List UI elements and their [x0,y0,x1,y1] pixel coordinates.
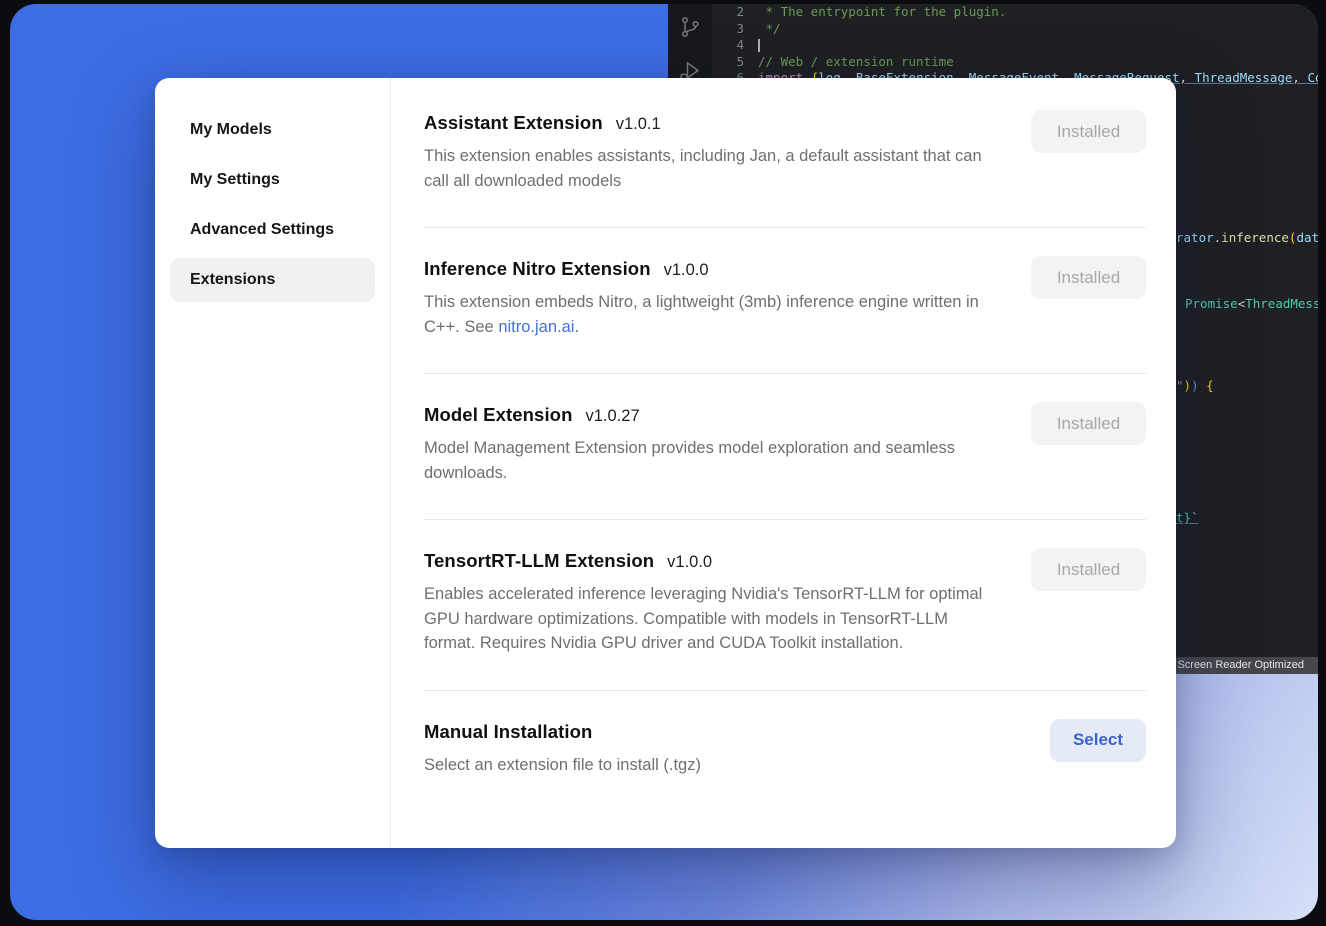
extension-title-row: TensortRT-LLM Extension v1.0.0 [424,550,1002,572]
code-fragment: ")) { [1176,378,1214,395]
extensions-list: Assistant Extension v1.0.1 This extension … [391,78,1176,848]
extension-row-inference-nitro-extension: Inference Nitro Extension v1.0.0 This exte… [424,228,1146,374]
extension-description-text: Enables accelerated inference leveraging… [424,585,982,652]
gradient-background: 2 * The entrypoint for the plugin.3 */45… [10,4,1318,920]
extension-title: Model Extension [424,404,573,426]
extension-description: Select an extension file to install (.tg… [424,753,701,778]
status-screen-reader-toggle[interactable]: Screen Reader Optimized [1167,657,1318,674]
code-fragment: Promise<ThreadMessage> [1185,296,1318,313]
sidebar-item-my-settings[interactable]: My Settings [170,158,375,202]
code-line-5: 5// Web / extension runtime [712,54,1318,71]
code-fragment: rator.inference(data)); [1176,230,1318,247]
code-text [758,37,760,54]
code-fragment: t}` [1176,510,1199,527]
line-number: 5 [712,54,758,71]
extension-description: This extension enables assistants, inclu… [424,144,1002,193]
extension-title: Manual Installation [424,721,592,743]
code-line-2: 2 * The entrypoint for the plugin. [712,4,1318,21]
sidebar-item-extensions[interactable]: Extensions [170,258,375,302]
installed-button-tensortrt-llm-extension[interactable]: Installed [1031,548,1146,591]
extension-info: Inference Nitro Extension v1.0.0 This exte… [424,258,1002,339]
extension-row-tensortrt-llm-extension: TensortRT-LLM Extension v1.0.0 Enables acc… [424,520,1146,691]
source-control-icon[interactable] [677,14,703,40]
code-line-4: 4 [712,37,1318,54]
extension-description-text: Model Management Extension provides mode… [424,439,955,482]
extension-row-manual-installation: Manual Installation Select an extension f… [424,691,1146,806]
sidebar-item-label: Advanced Settings [190,221,334,239]
installed-button-inference-nitro-extension[interactable]: Installed [1031,256,1146,299]
extension-title-row: Model Extension v1.0.27 [424,404,1002,426]
extension-version: v1.0.27 [586,407,640,426]
extension-version: v1.0.1 [616,115,661,134]
extension-title: Inference Nitro Extension [424,258,651,280]
screenshot-canvas: 2 * The entrypoint for the plugin.3 */45… [0,0,1326,926]
text-cursor [758,39,760,52]
extension-description-text: Select an extension file to install (.tg… [424,756,701,774]
nitro-jan-ai-link[interactable]: nitro.jan.ai. [498,318,579,336]
settings-sidebar: My Models My Settings Advanced Settings Ext… [155,78,391,848]
extension-title: TensortRT-LLM Extension [424,550,654,572]
extension-row-assistant-extension: Assistant Extension v1.0.1 This extension … [424,112,1146,228]
extension-description-text: This extension enables assistants, inclu… [424,147,982,190]
line-number: 3 [712,21,758,38]
sidebar-item-advanced-settings[interactable]: Advanced Settings [170,208,375,252]
extension-version: v1.0.0 [667,553,712,572]
line-number: 2 [712,4,758,21]
sidebar-item-my-models[interactable]: My Models [170,108,375,152]
extension-description: Enables accelerated inference leveraging… [424,582,1002,656]
sidebar-item-label: Extensions [190,271,275,289]
installed-button-assistant-extension[interactable]: Installed [1031,110,1146,153]
code-text: */ [758,21,781,38]
extension-description: This extension embeds Nitro, a lightweig… [424,290,1002,339]
code-text: // Web / extension runtime [758,54,954,71]
installed-button-model-extension[interactable]: Installed [1031,402,1146,445]
extension-row-model-extension: Model Extension v1.0.27 Model Management E… [424,374,1146,520]
select-button-manual-installation[interactable]: Select [1050,719,1146,762]
extension-title-row: Manual Installation [424,721,701,743]
sidebar-item-label: My Settings [190,171,280,189]
sidebar-item-label: My Models [190,121,272,139]
extension-info: Manual Installation Select an extension f… [424,721,701,778]
extension-version: v1.0.0 [664,261,709,280]
line-number: 4 [712,37,758,54]
settings-modal: My Models My Settings Advanced Settings Ext… [155,78,1176,848]
extension-info: TensortRT-LLM Extension v1.0.0 Enables acc… [424,550,1002,656]
code-line-3: 3 */ [712,21,1318,38]
extension-description: Model Management Extension provides mode… [424,436,1002,485]
extension-info: Model Extension v1.0.27 Model Management E… [424,404,1002,485]
extension-info: Assistant Extension v1.0.1 This extension … [424,112,1002,193]
extension-title-row: Assistant Extension v1.0.1 [424,112,1002,134]
extension-title-row: Inference Nitro Extension v1.0.0 [424,258,1002,280]
extension-title: Assistant Extension [424,112,603,134]
code-text: * The entrypoint for the plugin. [758,4,1006,21]
